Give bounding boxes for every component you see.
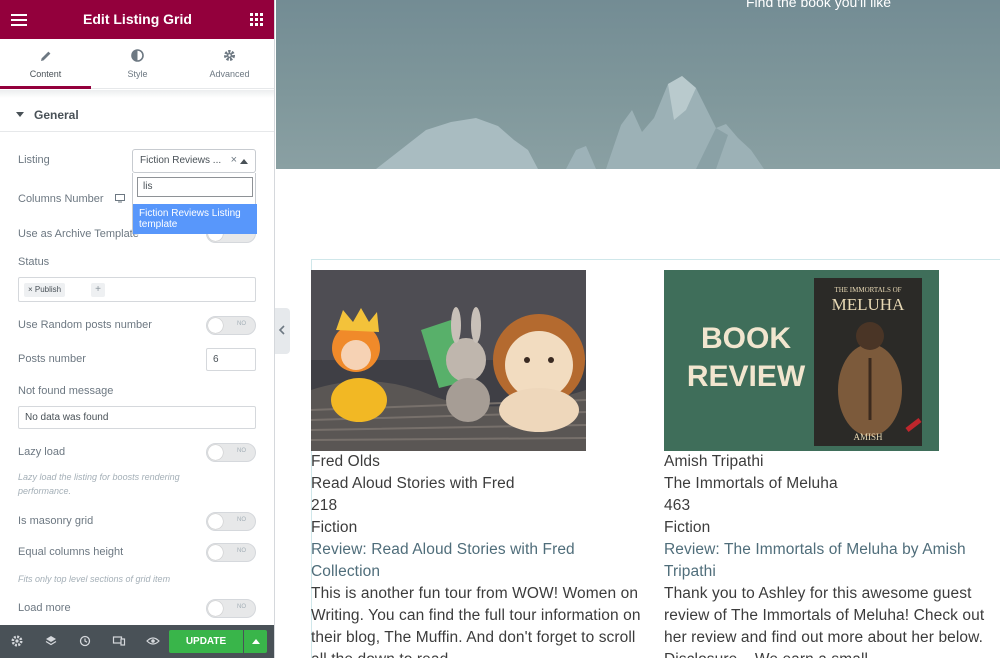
listing-option[interactable]: Fiction Reviews Listing template [133, 204, 257, 234]
save-options-button[interactable] [244, 630, 267, 653]
toggle-off-text: NO [237, 548, 246, 554]
equal-columns-toggle[interactable]: NO [206, 543, 256, 562]
mountains-illustration [376, 76, 764, 169]
random-posts-label: Use Random posts number [18, 319, 152, 331]
lazy-load-toggle[interactable]: NO [206, 443, 256, 462]
toggle-off-text: NO [237, 448, 246, 454]
panel-header: Edit Listing Grid [0, 0, 274, 39]
desktop-icon[interactable] [115, 194, 125, 203]
hero-tagline: Find the book you'll like [746, 0, 892, 10]
listing-card: Fred Olds Read Aloud Stories with Fred 2… [311, 270, 651, 658]
card-image[interactable] [311, 270, 586, 451]
random-posts-toggle[interactable]: NO [206, 316, 256, 335]
chevron-left-icon [278, 325, 285, 335]
columns-number-label: Columns Number [18, 193, 125, 205]
section-general-toggle[interactable]: General [16, 108, 79, 122]
update-button[interactable]: UPDATE [169, 630, 243, 653]
tab-content[interactable]: Content [0, 39, 91, 89]
card-review-link[interactable]: Review: Read Aloud Stories with Fred Col… [311, 539, 641, 583]
tab-content-label: Content [29, 69, 62, 79]
posts-number-input[interactable]: 6 [206, 348, 256, 371]
columns-number-text: Columns Number [18, 193, 104, 205]
add-status-icon[interactable]: + [91, 283, 105, 297]
svg-text:THE IMMORTALS OF: THE IMMORTALS OF [834, 286, 901, 294]
navigator-layers-icon[interactable] [44, 634, 58, 648]
status-label: Status [18, 256, 50, 268]
card-image[interactable]: BOOK REVIEW THE IMMORTALS OF MELUHA AMIS… [664, 270, 939, 451]
clear-selection-icon[interactable]: × [231, 154, 237, 166]
listing-label: Listing [18, 154, 50, 166]
equal-columns-hint: Fits only top level sections of grid ite… [18, 574, 171, 584]
widgets-grid-icon[interactable] [250, 13, 263, 26]
chevron-up-icon [240, 159, 248, 164]
editor-panel: Edit Listing Grid Content Style Advanced… [0, 0, 275, 658]
gear-icon [184, 39, 274, 63]
load-more-label: Load more [18, 602, 71, 614]
panel-divider [0, 90, 274, 98]
toggle-knob [208, 514, 223, 529]
masonry-label: Is masonry grid [18, 515, 94, 527]
tab-advanced[interactable]: Advanced [184, 39, 274, 89]
tab-style-label: Style [127, 69, 148, 79]
svg-text:REVIEW: REVIEW [687, 360, 806, 393]
history-icon[interactable] [78, 634, 92, 648]
toggle-knob [208, 545, 223, 560]
toggle-off-text: NO [237, 321, 246, 327]
section-general-title: General [34, 108, 79, 122]
lazy-load-hint: Lazy load the listing for boosts renderi… [18, 472, 180, 496]
listing-dropdown: lis Fiction Reviews Listing template [132, 173, 257, 234]
card-book-title: The Immortals of Meluha [664, 475, 838, 492]
svg-text:MELUHA: MELUHA [832, 295, 905, 314]
posts-number-label: Posts number [18, 353, 86, 365]
listing-selected-value: Fiction Reviews ... [140, 155, 222, 166]
responsive-mode-icon[interactable] [112, 634, 126, 648]
collapse-panel-button[interactable] [275, 308, 290, 354]
panel-tabs: Content Style Advanced [0, 39, 274, 89]
card-excerpt: Thank you to Ashley for this awesome gue… [664, 585, 985, 658]
card-genre: Fiction [664, 519, 711, 536]
panel-footer: UPDATE [0, 625, 274, 658]
card-review-link[interactable]: Review: The Immortals of Meluha by Amish… [664, 539, 994, 583]
toggle-knob [208, 318, 223, 333]
caret-down-icon [16, 112, 24, 117]
card-book-title: Read Aloud Stories with Fred [311, 475, 515, 492]
tab-style[interactable]: Style [92, 39, 183, 89]
listing-search-input[interactable]: lis [137, 177, 253, 197]
equal-columns-label: Equal columns height [18, 546, 124, 558]
tab-advanced-label: Advanced [209, 69, 250, 79]
not-found-input[interactable]: No data was found [18, 406, 256, 429]
toggle-off-text: NO [237, 517, 246, 523]
card-pages: 463 [664, 497, 691, 514]
plush-toys-photo [311, 270, 586, 451]
not-found-label: Not found message [18, 385, 114, 397]
hero-banner [276, 0, 1000, 169]
lazy-load-label: Lazy load [18, 446, 66, 458]
panel-title: Edit Listing Grid [83, 11, 192, 27]
settings-icon[interactable] [10, 634, 24, 648]
svg-text:AMISH: AMISH [853, 432, 883, 442]
section-divider [0, 131, 274, 132]
card-pages: 218 [311, 497, 338, 514]
card-excerpt: This is another fun tour from WOW! Women… [311, 585, 641, 658]
pencil-icon [0, 39, 91, 63]
archive-template-label: Use as Archive Template [18, 228, 139, 240]
contrast-icon [92, 39, 183, 63]
card-genre: Fiction [311, 519, 358, 536]
preview-eye-icon[interactable] [146, 634, 160, 648]
toggle-knob [208, 601, 223, 616]
chevron-up-icon [252, 639, 260, 644]
toggle-knob [208, 445, 223, 460]
svg-text:BOOK: BOOK [701, 322, 791, 355]
status-field[interactable]: × Publish + [18, 277, 256, 302]
listing-card: BOOK REVIEW THE IMMORTALS OF MELUHA AMIS… [664, 270, 1000, 658]
card-author: Amish Tripathi [664, 453, 764, 470]
app-root: Edit Listing Grid Content Style Advanced… [0, 0, 1000, 658]
status-tag-publish[interactable]: × Publish [24, 283, 66, 297]
card-author: Fred Olds [311, 453, 380, 470]
book-review-cover: BOOK REVIEW THE IMMORTALS OF MELUHA AMIS… [664, 270, 939, 451]
toggle-off-text: NO [237, 604, 246, 610]
load-more-toggle[interactable]: NO [206, 599, 256, 618]
masonry-toggle[interactable]: NO [206, 512, 256, 531]
listing-select[interactable]: Fiction Reviews ... × [132, 149, 256, 173]
